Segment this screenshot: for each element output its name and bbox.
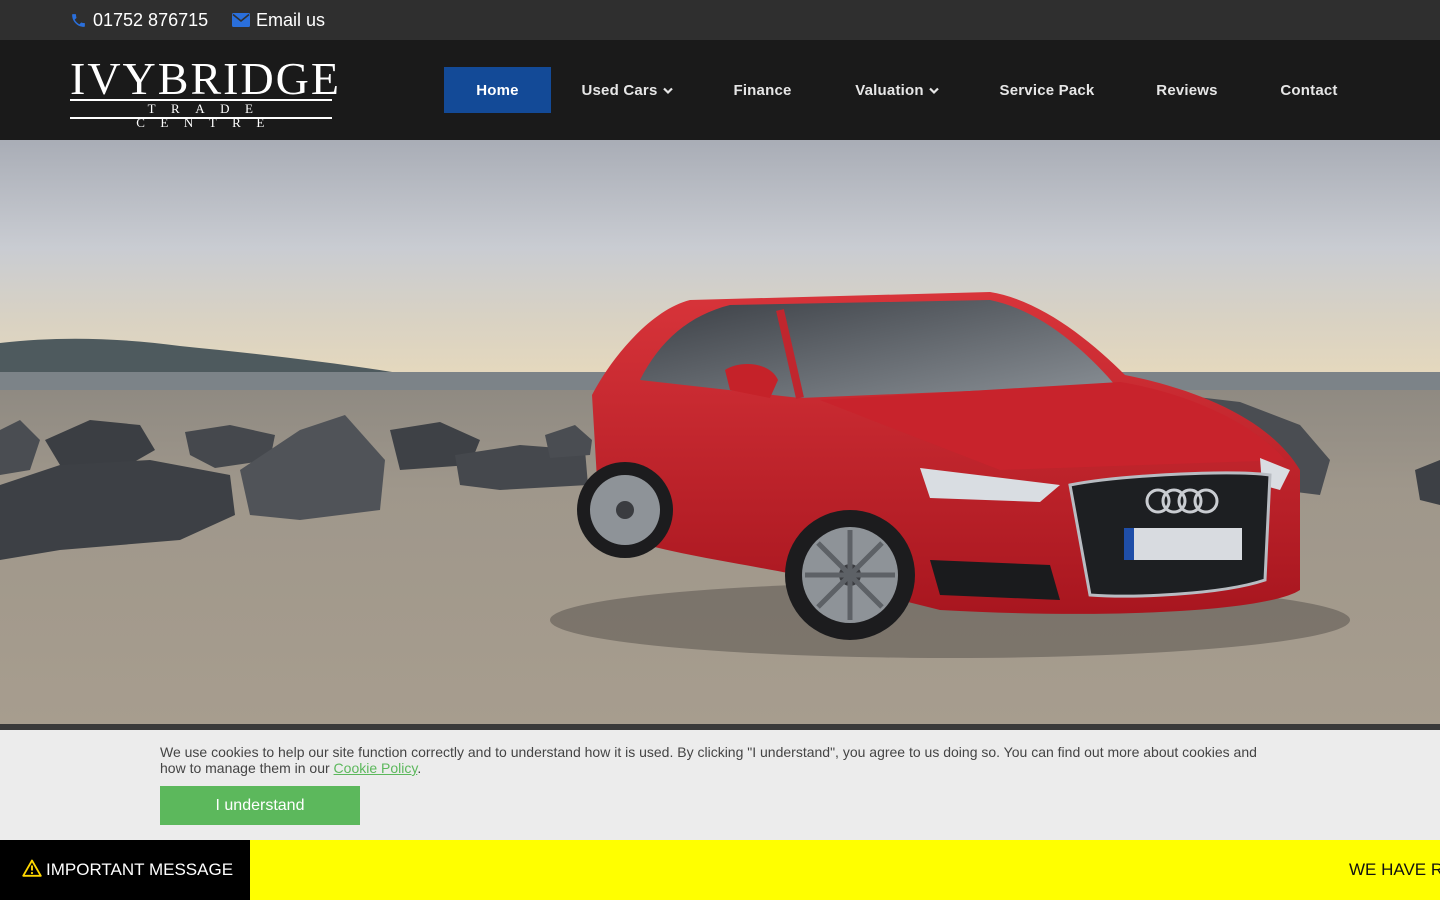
chevron-down-icon <box>928 82 939 99</box>
warning-icon <box>22 859 42 882</box>
nav-used-cars[interactable]: Used Cars <box>568 67 686 113</box>
important-message-label: IMPORTANT MESSAGE <box>0 840 250 900</box>
scrolling-message: WE HAVE R <box>1349 860 1440 879</box>
logo-divider <box>70 117 332 119</box>
envelope-icon <box>232 13 250 27</box>
nav-valuation-label: Valuation <box>855 81 924 99</box>
nav-finance-label: Finance <box>733 81 792 99</box>
email-link[interactable]: Email us <box>232 0 325 40</box>
nav-contact-label: Contact <box>1280 81 1338 99</box>
chevron-down-icon <box>662 82 673 99</box>
nav-home[interactable]: Home <box>444 67 551 113</box>
main-nav: Home Used Cars Finance Valuation Service… <box>0 67 1440 113</box>
nav-valuation[interactable]: Valuation <box>842 67 952 113</box>
nav-finance[interactable]: Finance <box>720 67 805 113</box>
cookie-accept-button[interactable]: I understand <box>160 786 360 825</box>
nav-service-pack[interactable]: Service Pack <box>988 67 1106 113</box>
phone-number: 01752 876715 <box>93 9 209 30</box>
phone-link[interactable]: 01752 876715 <box>70 0 208 40</box>
cookie-period: . <box>417 760 422 776</box>
top-contact-bar: 01752 876715 Email us <box>0 0 1440 40</box>
hero-banner <box>0 140 1440 725</box>
cookie-policy-link[interactable]: Cookie Policy <box>334 760 418 776</box>
nav-home-label: Home <box>476 81 519 99</box>
nav-contact[interactable]: Contact <box>1267 67 1351 113</box>
nav-used-cars-label: Used Cars <box>581 81 658 99</box>
cookie-text: We use cookies to help our site function… <box>160 744 1280 776</box>
important-message-bar: IMPORTANT MESSAGE WE HAVE R <box>0 840 1440 900</box>
important-message-text: IMPORTANT MESSAGE <box>46 860 234 879</box>
nav-service-pack-label: Service Pack <box>999 81 1095 99</box>
cookie-banner: We use cookies to help our site function… <box>0 730 1440 840</box>
hero-car-image <box>0 140 1440 725</box>
nav-reviews[interactable]: Reviews <box>1144 67 1230 113</box>
nav-reviews-label: Reviews <box>1156 81 1218 99</box>
cookie-message: We use cookies to help our site function… <box>160 744 1257 776</box>
phone-icon <box>70 12 87 29</box>
email-label: Email us <box>256 9 326 30</box>
site-header: IVYBRIDGE TRADE CENTRE Home Used Cars Fi… <box>0 40 1440 140</box>
